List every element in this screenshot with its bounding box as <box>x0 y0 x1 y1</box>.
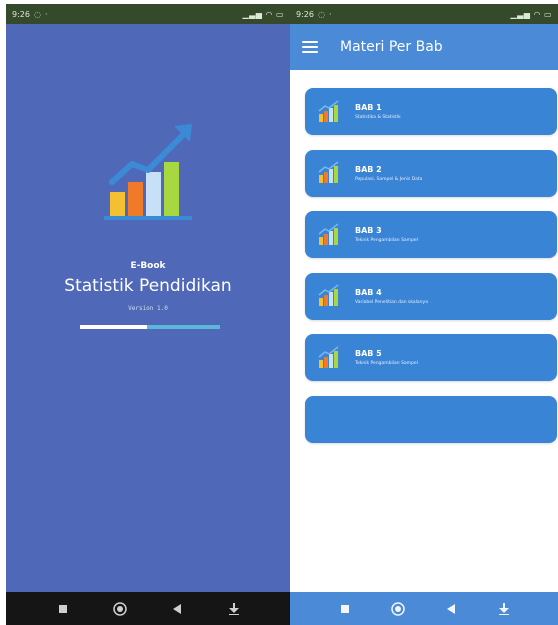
wifi-icon: ◠ <box>265 9 273 19</box>
bar-chart-growth-icon <box>318 99 339 122</box>
loading-progress-bar <box>80 325 220 329</box>
splash-subtitle: E-Book <box>130 261 166 271</box>
home-button[interactable] <box>109 598 131 620</box>
chapter-description: Statistika & Statistik <box>355 115 401 120</box>
app-bar: Materi Per Bab <box>290 24 558 70</box>
splash-title: Statistik Pendidikan <box>64 276 232 296</box>
chapter-list: BAB 1 Statistika & Statistik BAB 2 Popul… <box>305 88 557 457</box>
loading-progress-fill <box>80 325 148 329</box>
chapter-title: BAB 5 <box>355 349 382 358</box>
dot-icon: · <box>44 9 48 19</box>
dot-icon: · <box>328 9 332 19</box>
back-triangle-icon <box>446 603 455 614</box>
bar-chart-growth-icon <box>318 345 339 368</box>
square-icon <box>58 604 67 613</box>
splash-screen: 9:26 ◌ · ▁▃▅ ◠ ▭ E-Book Statistik Pendid… <box>6 4 290 625</box>
download-button[interactable] <box>493 598 515 620</box>
chapter-title: BAB 4 <box>355 287 382 297</box>
circle-icon <box>112 601 127 616</box>
bar-chart-growth-icon <box>318 161 339 183</box>
signal-icon: ▁▃▅ <box>510 9 531 19</box>
chapter-description: Teknik Pengambilan Sampel <box>355 361 418 366</box>
square-icon <box>340 604 349 613</box>
back-button[interactable] <box>440 598 462 620</box>
chapter-card-bab-1[interactable]: BAB 1 Statistika & Statistik <box>305 88 557 135</box>
download-icon <box>228 602 239 615</box>
status-bar: 9:26 ◌ · ▁▃▅ ◠ ▭ <box>290 4 558 24</box>
bar-chart-growth-icon <box>318 284 339 306</box>
circle-icon <box>390 601 405 616</box>
app-bar-title: Materi Per Bab <box>340 39 443 55</box>
bar-chart-growth-icon <box>318 222 339 245</box>
chapter-title: BAB 3 <box>355 226 382 235</box>
battery-icon: ▭ <box>275 9 284 19</box>
recent-apps-button[interactable] <box>334 598 356 620</box>
chapter-title: BAB 1 <box>355 103 382 112</box>
chapter-list-screen: 9:26 ◌ · ▁▃▅ ◠ ▭ Materi Per Bab BAB 1 St… <box>290 4 558 625</box>
status-time: 9:26 <box>296 9 314 19</box>
system-nav-bar <box>290 592 558 625</box>
status-bar: 9:26 ◌ · ▁▃▅ ◠ ▭ <box>6 4 290 24</box>
chapter-description: Teknik Pengambilan Sampel <box>355 238 418 243</box>
download-button[interactable] <box>223 598 245 620</box>
download-icon <box>498 602 509 615</box>
wifi-icon: ◠ <box>533 9 541 19</box>
signal-icon: ▁▃▅ <box>242 9 263 19</box>
battery-icon: ▭ <box>543 9 552 19</box>
chapter-card-bab-3[interactable]: BAB 3 Teknik Pengambilan Sampel <box>305 211 557 258</box>
chapter-card-bab-5[interactable]: BAB 5 Teknik Pengambilan Sampel <box>305 334 557 381</box>
system-nav-bar <box>6 592 290 625</box>
whatsapp-icon: ◌ <box>317 9 325 19</box>
splash-version: Version 1.0 <box>128 305 168 312</box>
recent-apps-button[interactable] <box>52 598 74 620</box>
chapter-card-bab-4[interactable]: BAB 4 Variabel Penelitian dan skalanya <box>305 272 557 320</box>
home-button[interactable] <box>387 598 409 620</box>
bar-chart-growth-icon <box>104 124 192 220</box>
status-time: 9:26 <box>12 9 30 19</box>
back-button[interactable] <box>166 598 188 620</box>
back-triangle-icon <box>172 603 181 614</box>
whatsapp-icon: ◌ <box>33 9 41 19</box>
chapter-card-empty[interactable] <box>305 395 557 443</box>
chapter-description: Variabel Penelitian dan skalanya <box>355 299 428 305</box>
chapter-title: BAB 2 <box>355 164 382 174</box>
chapter-description: Populasi, Sampel & Jenis Data <box>355 176 423 182</box>
hamburger-menu-icon[interactable] <box>302 40 318 54</box>
chapter-card-bab-2[interactable]: BAB 2 Populasi, Sampel & Jenis Data <box>305 149 557 197</box>
